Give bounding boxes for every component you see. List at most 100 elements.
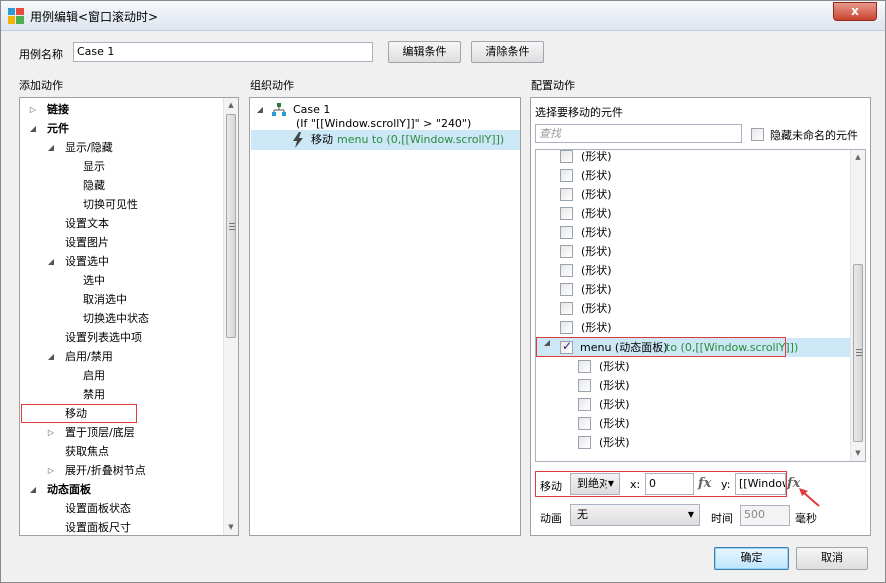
action-item-label: 选中 [83, 274, 105, 287]
configure-action-panel: 选择要移动的元件 查找 隐藏未命名的元件 (形状) (形状) (形状) (形状) (形状… [530, 97, 871, 536]
widget-checkbox[interactable] [560, 169, 573, 182]
widget-checkbox[interactable] [560, 150, 573, 163]
edit-condition-button[interactable]: 编辑条件 [388, 41, 461, 63]
ms-label: 毫秒 [795, 512, 817, 525]
widget-checkbox[interactable] [560, 264, 573, 277]
widget-checkbox[interactable] [560, 283, 573, 296]
configure-action-heading: 配置动作 [531, 79, 575, 92]
animation-value: 无 [577, 508, 588, 521]
x-input[interactable]: 0 [645, 473, 694, 495]
widget-checkbox[interactable] [560, 188, 573, 201]
collapse-toggle-icon[interactable]: ◢ [255, 100, 265, 119]
widget-label: (形状) [581, 302, 612, 315]
hide-unnamed-label: 隐藏未命名的元件 [770, 129, 858, 142]
scroll-thumb[interactable] [853, 264, 863, 442]
collapse-toggle-icon[interactable]: ◢ [28, 119, 38, 138]
x-fx-button[interactable]: fx [698, 476, 711, 491]
animation-label: 动画 [540, 512, 562, 525]
collapse-toggle-icon[interactable]: ◢ [46, 347, 56, 366]
action-item-label: 切换可见性 [83, 198, 138, 211]
widget-label: (形状) [581, 169, 612, 182]
animation-select[interactable]: 无 ▼ [570, 504, 700, 526]
action-item-label: 链接 [47, 103, 69, 116]
app-logo-icon [8, 8, 24, 24]
action-item-label: 置于顶层/底层 [65, 426, 135, 439]
lightning-icon [291, 132, 305, 148]
expand-toggle-icon[interactable]: ▷ [46, 461, 56, 480]
widget-tree-scrollbar[interactable]: ▲ ▼ [850, 150, 865, 461]
widget-search-input[interactable]: 查找 [535, 124, 742, 143]
select-widget-label: 选择要移动的元件 [535, 106, 623, 119]
widget-label: (形状) [599, 436, 630, 449]
action-item-label: 设置选中 [65, 255, 109, 268]
widget-label: (形状) [581, 150, 612, 163]
widget-label: (形状) [581, 207, 612, 220]
widget-label: (形状) [581, 321, 612, 334]
case-name-input[interactable]: Case 1 [73, 42, 373, 62]
selected-action-row[interactable]: 移动 menu to (0,[[Window.scrollY]]) [251, 130, 520, 150]
add-action-scrollbar[interactable]: ▲ ▼ [223, 98, 238, 535]
action-item-label: 禁用 [83, 388, 105, 401]
collapse-toggle-icon[interactable]: ◢ [46, 252, 56, 271]
collapse-toggle-icon[interactable]: ◢ [46, 138, 56, 157]
organize-action-tree[interactable]: ◢ Case 1 (If "[[Window.scrollY]]" > "240… [249, 97, 521, 536]
action-item-label: 设置面板尺寸 [65, 521, 131, 534]
widget-label: (形状) [581, 226, 612, 239]
scroll-down-icon[interactable]: ▼ [224, 520, 238, 535]
case-editor-dialog: 用例编辑<窗口滚动时> x 用例名称 Case 1 编辑条件 清除条件 添加动作… [0, 0, 886, 583]
action-item-label: 取消选中 [83, 293, 127, 306]
cancel-button[interactable]: 取消 [796, 547, 868, 570]
sitemap-icon [272, 103, 286, 117]
collapse-toggle-icon[interactable]: ◢ [28, 480, 38, 499]
menu-row-highlight [536, 337, 786, 357]
action-detail: menu to (0,[[Window.scrollY]]) [337, 133, 505, 146]
widget-checkbox[interactable] [578, 417, 591, 430]
chevron-down-icon: ▼ [607, 479, 614, 488]
expand-toggle-icon[interactable]: ▷ [28, 100, 38, 119]
case-name-label: 用例名称 [19, 48, 63, 61]
widget-checkbox[interactable] [560, 207, 573, 220]
action-item-label: 动态面板 [47, 483, 91, 496]
red-arrow-icon [797, 486, 821, 508]
action-item-label: 获取焦点 [65, 445, 109, 458]
move-mode-value: 到绝对位置 [577, 477, 607, 490]
scroll-up-icon[interactable]: ▲ [224, 98, 238, 113]
clear-condition-button[interactable]: 清除条件 [471, 41, 544, 63]
action-item-label: 元件 [47, 122, 69, 135]
scroll-down-icon[interactable]: ▼ [851, 446, 865, 461]
close-button[interactable]: x [833, 2, 877, 21]
widget-checkbox[interactable] [560, 321, 573, 334]
action-verb: 移动 [311, 133, 333, 146]
widget-label: (形状) [599, 360, 630, 373]
ok-button[interactable]: 确定 [714, 547, 789, 570]
add-action-tree[interactable]: ▷ 链接 ◢ 元件 ◢ 显示/隐藏 显示 隐藏 切换可见性 设置文本 设置图片 ◢ 设置选中 选中 取消选中… [19, 97, 239, 536]
widget-checkbox[interactable] [560, 226, 573, 239]
widget-checkbox[interactable] [560, 302, 573, 315]
chevron-down-icon: ▼ [687, 510, 694, 519]
action-item-label: 设置列表选中项 [65, 331, 142, 344]
widget-label: (形状) [581, 264, 612, 277]
title-bar[interactable]: 用例编辑<窗口滚动时> x [1, 1, 885, 31]
widget-checkbox[interactable] [578, 379, 591, 392]
action-item-label: 隐藏 [83, 179, 105, 192]
action-item-label: 切换选中状态 [83, 312, 149, 325]
widget-checkbox[interactable] [578, 360, 591, 373]
time-input[interactable]: 500 [740, 505, 790, 526]
widget-checkbox[interactable] [578, 398, 591, 411]
x-label: x: [630, 478, 641, 491]
expand-toggle-icon[interactable]: ▷ [46, 423, 56, 442]
move-action-highlight [21, 404, 137, 423]
action-item-label: 设置文本 [65, 217, 109, 230]
y-input[interactable]: [[Window.scrollY]] [735, 473, 786, 495]
widget-label: (形状) [581, 188, 612, 201]
scroll-up-icon[interactable]: ▲ [851, 150, 865, 165]
window-title: 用例编辑<窗口滚动时> [30, 10, 159, 24]
widget-tree[interactable]: (形状) (形状) (形状) (形状) (形状) (形状) (形状) (形状) (形状) (形状)… [535, 149, 866, 462]
hide-unnamed-checkbox[interactable] [751, 128, 764, 141]
widget-label: (形状) [581, 245, 612, 258]
widget-checkbox[interactable] [578, 436, 591, 449]
widget-checkbox[interactable] [560, 245, 573, 258]
action-item-label: 启用/禁用 [65, 350, 113, 363]
move-mode-select[interactable]: 到绝对位置 ▼ [570, 473, 620, 495]
scroll-thumb[interactable] [226, 114, 236, 338]
